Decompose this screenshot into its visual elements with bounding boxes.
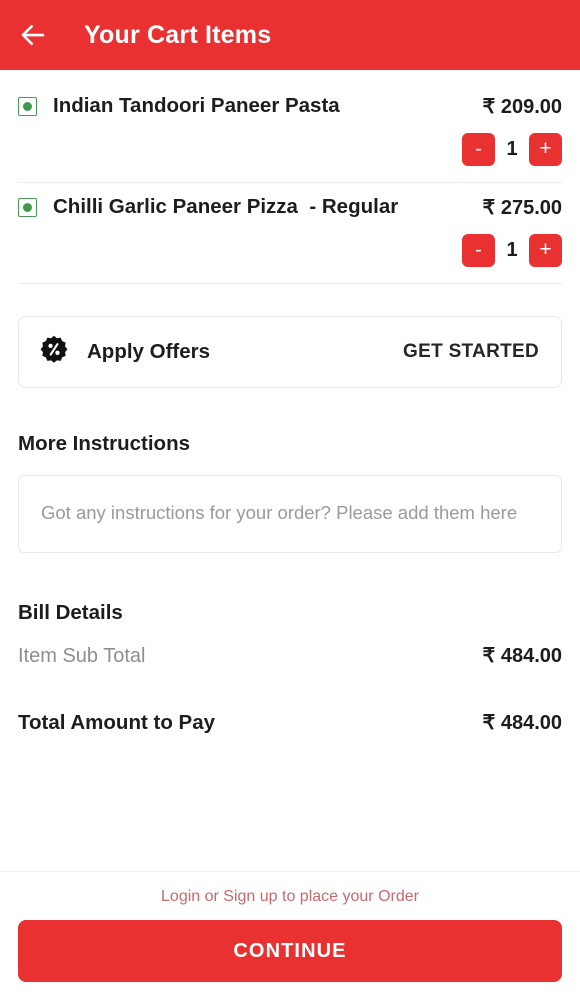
cart-item: Indian Tandoori Paneer Pasta ₹ 209.00 - … xyxy=(18,82,562,183)
cart-item-price: ₹ 209.00 xyxy=(482,96,562,118)
bill-details-section: Bill Details Item Sub Total ₹ 484.00 Tot… xyxy=(18,601,562,735)
cart-body: Indian Tandoori Paneer Pasta ₹ 209.00 - … xyxy=(0,70,580,871)
cart-item-controls: - 1 + xyxy=(18,234,562,267)
veg-dot-icon xyxy=(18,96,37,116)
cart-screen: Your Cart Items Indian Tandoori Paneer P… xyxy=(0,0,580,1000)
cart-item-controls: - 1 + xyxy=(18,133,562,166)
back-button[interactable] xyxy=(18,13,62,57)
total-value: ₹ 484.00 xyxy=(482,712,562,734)
more-instructions-section: More Instructions xyxy=(18,432,562,553)
get-started-button[interactable]: GET STARTED xyxy=(403,341,539,363)
quantity-value: 1 xyxy=(506,138,518,160)
decrease-quantity-button[interactable]: - xyxy=(462,234,495,267)
quantity-stepper: - 1 + xyxy=(462,234,562,267)
more-instructions-title: More Instructions xyxy=(18,432,190,455)
cart-item-header: Indian Tandoori Paneer Pasta ₹ 209.00 xyxy=(18,92,562,119)
subtotal-label: Item Sub Total xyxy=(18,645,146,667)
instructions-input[interactable] xyxy=(18,475,562,553)
bill-details-title: Bill Details xyxy=(18,601,123,624)
bill-row-subtotal: Item Sub Total ₹ 484.00 xyxy=(18,643,562,668)
login-hint[interactable]: Login or Sign up to place your Order xyxy=(18,888,562,906)
subtotal-value: ₹ 484.00 xyxy=(482,645,562,667)
apply-offers-card[interactable]: Apply Offers GET STARTED xyxy=(18,316,562,388)
cart-item: Chilli Garlic Paneer Pizza - Regular ₹ 2… xyxy=(18,183,562,284)
cart-item-name-group: Indian Tandoori Paneer Pasta xyxy=(18,92,471,118)
cart-item-header: Chilli Garlic Paneer Pizza - Regular ₹ 2… xyxy=(18,193,562,220)
checkout-bar: Login or Sign up to place your Order CON… xyxy=(0,871,580,1000)
cart-item-name-group: Chilli Garlic Paneer Pizza - Regular xyxy=(18,193,471,219)
quantity-value: 1 xyxy=(506,239,518,261)
apply-offers-label: Apply Offers xyxy=(87,340,211,363)
cart-item-list: Indian Tandoori Paneer Pasta ₹ 209.00 - … xyxy=(18,70,562,284)
cart-item-name: Indian Tandoori Paneer Pasta xyxy=(53,94,340,117)
app-header: Your Cart Items xyxy=(0,0,580,70)
cart-item-price: ₹ 275.00 xyxy=(482,197,562,219)
bill-row-total: Total Amount to Pay ₹ 484.00 xyxy=(18,710,562,735)
continue-button[interactable]: CONTINUE xyxy=(18,920,562,982)
apply-offers-label-group: Apply Offers xyxy=(39,335,210,370)
veg-dot-icon xyxy=(18,197,37,217)
cart-item-name: Chilli Garlic Paneer Pizza - Regular xyxy=(53,195,399,218)
increase-quantity-button[interactable]: + xyxy=(529,133,562,166)
page-title: Your Cart Items xyxy=(84,20,272,49)
quantity-stepper: - 1 + xyxy=(462,133,562,166)
discount-badge-icon xyxy=(39,335,69,370)
arrow-left-icon xyxy=(18,20,48,50)
decrease-quantity-button[interactable]: - xyxy=(462,133,495,166)
increase-quantity-button[interactable]: + xyxy=(529,234,562,267)
total-label: Total Amount to Pay xyxy=(18,711,216,734)
